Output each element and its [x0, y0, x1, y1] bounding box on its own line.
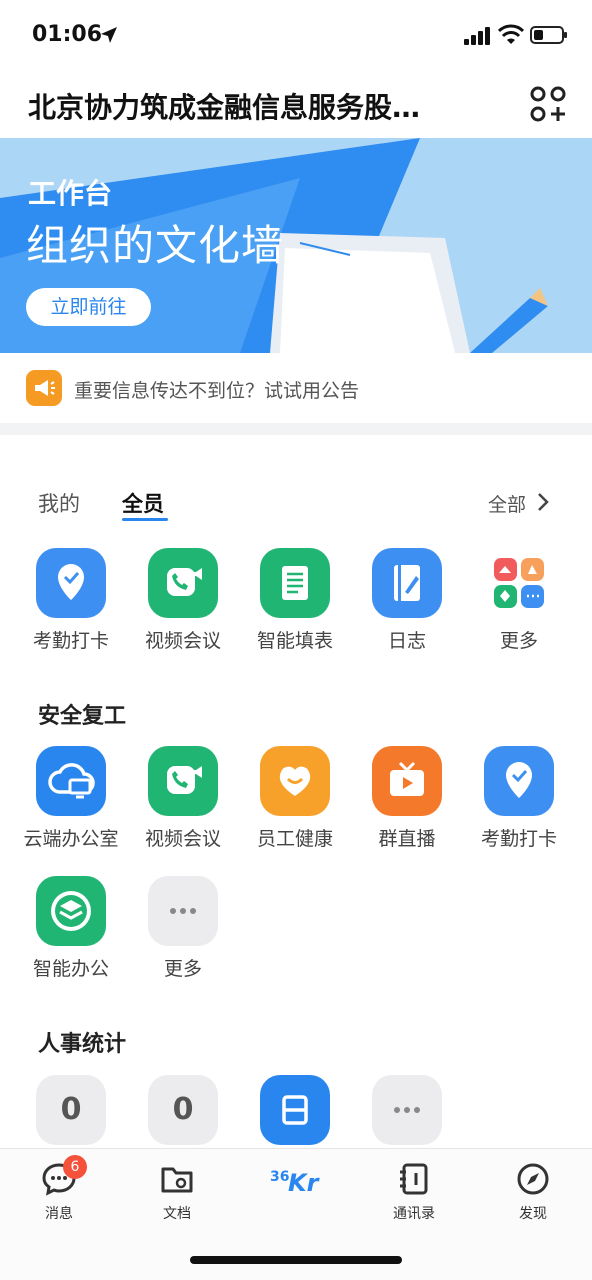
app-label: 智能办公: [32, 958, 109, 980]
app-label: 考勤打卡: [480, 828, 557, 850]
tab-active-indicator: [122, 518, 168, 521]
ellipsis-icon: [148, 876, 218, 946]
app-label: 智能填表: [256, 630, 333, 652]
hr-stat-card[interactable]: 0: [15, 1075, 127, 1145]
app-label: 视频会议: [144, 630, 221, 652]
tabbar-contacts[interactable]: 通讯录: [369, 1161, 459, 1223]
cloud-office-icon: [36, 746, 106, 816]
banner-title: 组织的文化墙: [26, 221, 285, 270]
compass-icon: [515, 1161, 551, 1197]
app-label: 员工健康: [256, 828, 333, 850]
svg-text:Kr: Kr: [288, 1169, 321, 1197]
banner-kicker: 工作台: [28, 177, 113, 210]
app-more[interactable]: 更多: [463, 548, 575, 653]
battery-icon: [530, 26, 567, 44]
hr-stat-card[interactable]: 0: [127, 1075, 239, 1145]
section-title-safe-return: 安全复工: [38, 704, 127, 729]
location-arrow-icon: [101, 27, 117, 43]
home-indicator: [190, 1256, 402, 1264]
app-label: 云端办公室: [23, 828, 119, 850]
wifi-icon: [498, 24, 524, 44]
tabbar-discover[interactable]: 发现: [488, 1161, 578, 1223]
section-title-hr-stats: 人事统计: [38, 1032, 127, 1057]
unread-badge: 6: [63, 1155, 87, 1179]
app-journal[interactable]: 日志: [351, 548, 463, 653]
org-name-title[interactable]: 北京协力筑成金融信息服务股…: [28, 86, 488, 126]
app-label: 视频会议: [144, 828, 221, 850]
stat-value: 0: [172, 1092, 194, 1127]
promo-banner[interactable]: 工作台 组织的文化墙 立即前往: [0, 138, 592, 353]
app-attendance[interactable]: 考勤打卡: [15, 548, 127, 653]
app-label: 群直播: [378, 828, 436, 850]
tabbar-label: 发现: [519, 1206, 547, 1222]
tabbar-label: 消息: [45, 1206, 73, 1222]
live-tv-icon: [372, 746, 442, 816]
journal-icon: [372, 548, 442, 618]
megaphone-icon: [26, 370, 62, 406]
stat-value: 0: [60, 1092, 82, 1127]
heart-icon: [260, 746, 330, 816]
notice-text: 重要信息传达不到位？试试用公告: [74, 380, 360, 402]
banner-go-button[interactable]: 立即前往: [26, 288, 151, 326]
app-switch-icon[interactable]: [530, 86, 566, 122]
cellular-signal-icon: [464, 27, 490, 45]
app-label: 考勤打卡: [32, 630, 109, 652]
video-call-icon: [148, 548, 218, 618]
svg-text:36: 36: [270, 1169, 289, 1185]
app-label: 日志: [387, 630, 426, 652]
ellipsis-icon: [372, 1075, 442, 1145]
status-time: 01:06: [32, 22, 103, 47]
location-check-icon: [484, 746, 554, 816]
app-video-meeting-2[interactable]: 视频会议: [127, 746, 239, 851]
tabbar-messages[interactable]: 6 消息: [14, 1155, 104, 1223]
app-smart-form[interactable]: 智能填表: [239, 548, 351, 653]
location-check-icon: [36, 548, 106, 618]
app-group-live[interactable]: 群直播: [351, 746, 463, 851]
app-video-meeting[interactable]: 视频会议: [127, 548, 239, 653]
app-label: 更多: [163, 958, 202, 980]
tabbar-label: 通讯录: [393, 1206, 435, 1222]
tab-mine[interactable]: 我的: [38, 488, 80, 518]
view-all-link[interactable]: 全部: [488, 490, 526, 517]
more-grid-icon: [484, 548, 554, 618]
36kr-logo: 36 Kr: [268, 1161, 324, 1197]
stat-tile: 0: [148, 1075, 218, 1145]
app-smart-office[interactable]: 智能办公: [15, 876, 127, 981]
status-bar: 01:06: [0, 0, 592, 70]
hr-more-card[interactable]: [351, 1075, 463, 1145]
chevron-right-icon[interactable]: [536, 492, 550, 512]
tabbar-docs[interactable]: 文档: [132, 1161, 222, 1223]
tabbar-label: 文档: [163, 1206, 191, 1222]
app-employee-health[interactable]: 员工健康: [239, 746, 351, 851]
app-attendance-2[interactable]: 考勤打卡: [463, 746, 575, 851]
address-book-icon: [396, 1161, 432, 1197]
stat-tile: 0: [36, 1075, 106, 1145]
tab-all-members[interactable]: 全员: [122, 488, 164, 518]
announcement-notice[interactable]: 重要信息传达不到位？试试用公告: [0, 353, 592, 423]
app-more-2[interactable]: 更多: [127, 876, 239, 981]
section-divider: [0, 423, 592, 435]
folder-icon: [159, 1161, 195, 1197]
form-scroll-icon: [260, 548, 330, 618]
tabbar-36kr[interactable]: 36 Kr: [251, 1161, 341, 1197]
app-cloud-office[interactable]: 云端办公室: [15, 746, 127, 851]
calendar-icon: [260, 1075, 330, 1145]
video-call-icon: [148, 746, 218, 816]
app-label: 更多: [499, 630, 538, 652]
layers-icon: [36, 876, 106, 946]
chat-bubble-icon: 6: [41, 1155, 87, 1197]
hr-calendar-card[interactable]: [239, 1075, 351, 1145]
